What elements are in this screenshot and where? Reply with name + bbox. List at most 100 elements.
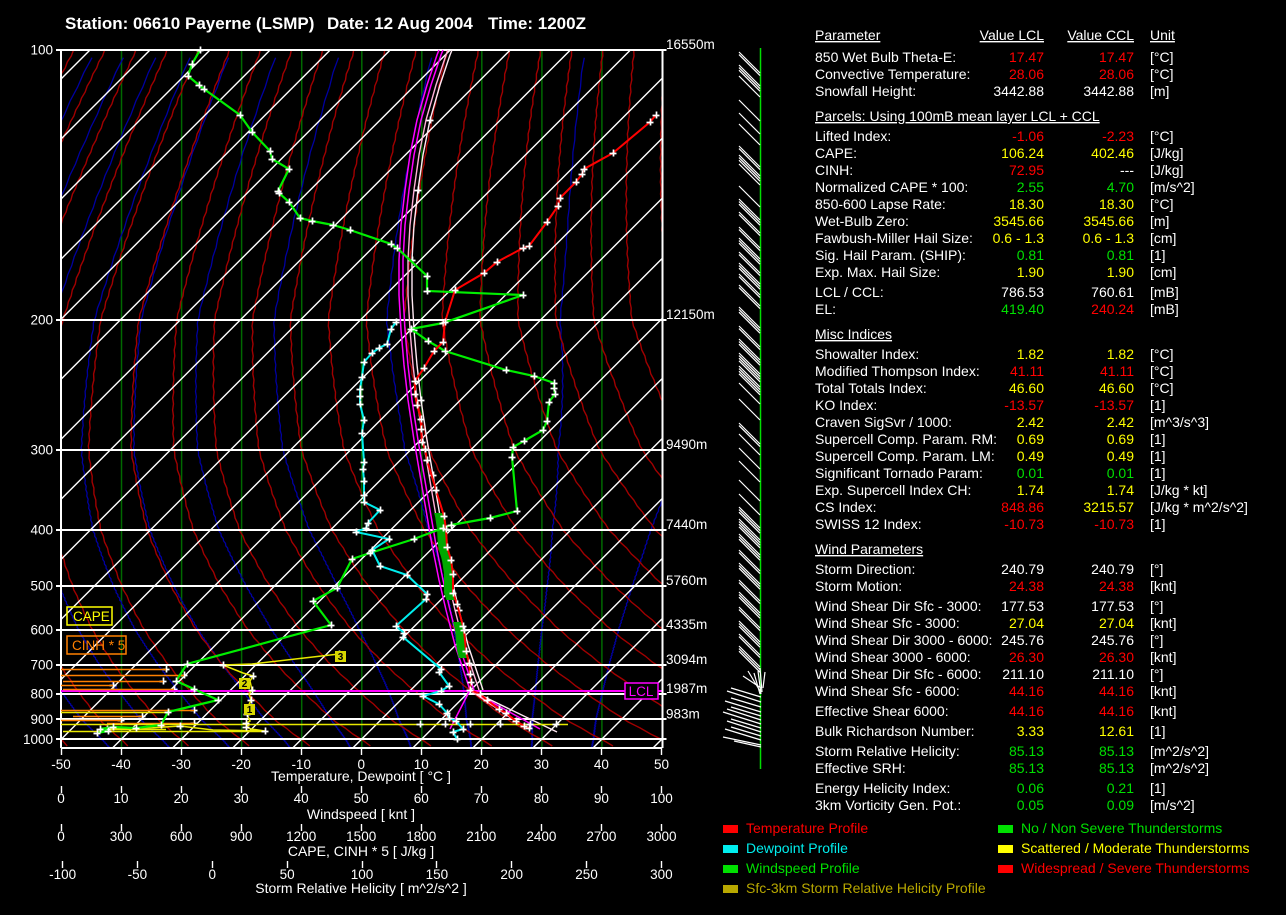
svg-text:[1]: [1] — [1150, 448, 1166, 464]
svg-text:Normalized CAPE * 100:: Normalized CAPE * 100: — [815, 179, 968, 195]
svg-text:85.13: 85.13 — [1009, 743, 1044, 759]
svg-text:[1]: [1] — [1150, 780, 1166, 796]
svg-text:2.55: 2.55 — [1017, 179, 1044, 195]
svg-text:44.16: 44.16 — [1009, 703, 1044, 719]
svg-text:26.30: 26.30 — [1099, 649, 1134, 665]
svg-text:[°]: [°] — [1150, 666, 1163, 682]
svg-text:Energy Helicity Index:: Energy Helicity Index: — [815, 780, 950, 796]
svg-text:18.30: 18.30 — [1009, 196, 1044, 212]
svg-text:786.53: 786.53 — [1001, 284, 1044, 300]
svg-text:Station: 06610 Payerne (LSMP): Station: 06610 Payerne (LSMP) — [65, 14, 314, 33]
svg-text:-40: -40 — [111, 757, 131, 772]
svg-text:[knt]: [knt] — [1150, 703, 1176, 719]
svg-text:60: 60 — [414, 791, 429, 806]
svg-text:Storm Motion:: Storm Motion: — [815, 578, 902, 594]
svg-text:Modified Thompson Index:: Modified Thompson Index: — [815, 363, 980, 379]
svg-text:Temperature, Dewpoint [ °C ]: Temperature, Dewpoint [ °C ] — [271, 768, 451, 784]
svg-text:-50: -50 — [128, 867, 148, 882]
svg-text:245.76: 245.76 — [1001, 632, 1044, 648]
svg-text:-20: -20 — [231, 757, 251, 772]
svg-text:848.86: 848.86 — [1001, 499, 1044, 515]
svg-text:3000: 3000 — [646, 829, 676, 844]
svg-text:27.04: 27.04 — [1099, 615, 1134, 631]
svg-text:1500: 1500 — [346, 829, 376, 844]
svg-text:[J/kg]: [J/kg] — [1150, 162, 1183, 178]
svg-text:4.70: 4.70 — [1107, 179, 1134, 195]
svg-text:Sfc-3km Storm Relative Helicit: Sfc-3km Storm Relative Helicity Profile — [746, 880, 986, 896]
svg-text:[°]: [°] — [1150, 632, 1163, 648]
svg-text:[1]: [1] — [1150, 397, 1166, 413]
svg-text:850 Wet Bulb Theta-E:: 850 Wet Bulb Theta-E: — [815, 49, 956, 65]
svg-text:50: 50 — [654, 757, 669, 772]
svg-text:-13.57: -13.57 — [1094, 397, 1134, 413]
svg-text:46.60: 46.60 — [1099, 380, 1134, 396]
svg-text:250: 250 — [575, 867, 598, 882]
svg-text:28.06: 28.06 — [1099, 66, 1134, 82]
svg-text:[J/kg * kt]: [J/kg * kt] — [1150, 482, 1208, 498]
svg-text:Total Totals Index:: Total Totals Index: — [815, 380, 927, 396]
svg-text:600: 600 — [170, 829, 193, 844]
svg-text:2400: 2400 — [526, 829, 556, 844]
svg-text:44.16: 44.16 — [1099, 683, 1134, 699]
svg-text:-2.23: -2.23 — [1102, 128, 1134, 144]
svg-text:85.13: 85.13 — [1099, 760, 1134, 776]
svg-text:100: 100 — [30, 43, 53, 58]
svg-text:3215.57: 3215.57 — [1083, 499, 1134, 515]
svg-text:200: 200 — [30, 313, 53, 328]
svg-text:40: 40 — [294, 791, 309, 806]
svg-text:Convective Temperature:: Convective Temperature: — [815, 66, 970, 82]
svg-text:Date: 12 Aug 2004: Date: 12 Aug 2004 — [327, 14, 473, 33]
svg-text:KO Index:: KO Index: — [815, 397, 877, 413]
svg-text:Dewpoint Profile: Dewpoint Profile — [746, 840, 848, 856]
svg-text:CINH * 5: CINH * 5 — [72, 638, 125, 653]
svg-text:20: 20 — [474, 757, 489, 772]
svg-text:600: 600 — [30, 623, 53, 638]
svg-text:SWISS 12 Index:: SWISS 12 Index: — [815, 516, 922, 532]
svg-text:Wind Shear Sfc - 3000:: Wind Shear Sfc - 3000: — [815, 615, 960, 631]
svg-text:85.13: 85.13 — [1099, 743, 1134, 759]
svg-text:3442.88: 3442.88 — [993, 83, 1044, 99]
svg-text:CAPE:: CAPE: — [815, 145, 857, 161]
svg-text:1.74: 1.74 — [1017, 482, 1044, 498]
svg-text:240.79: 240.79 — [1001, 561, 1044, 577]
svg-text:1.82: 1.82 — [1107, 346, 1134, 362]
svg-text:3545.66: 3545.66 — [1083, 213, 1134, 229]
svg-text:[m/s^2]: [m/s^2] — [1150, 179, 1195, 195]
svg-text:28.06: 28.06 — [1009, 66, 1044, 82]
svg-text:[m]: [m] — [1150, 213, 1169, 229]
svg-text:20: 20 — [174, 791, 189, 806]
svg-text:Misc Indices: Misc Indices — [815, 326, 892, 342]
svg-text:5760m: 5760m — [666, 573, 707, 588]
svg-text:Parcels: Using 100mB mean laye: Parcels: Using 100mB mean layer LCL + CC… — [815, 108, 1100, 124]
svg-text:0.81: 0.81 — [1017, 247, 1044, 263]
svg-text:[m^3/s^3]: [m^3/s^3] — [1150, 414, 1209, 430]
svg-text:[knt]: [knt] — [1150, 683, 1176, 699]
svg-text:240.24: 240.24 — [1091, 301, 1134, 317]
svg-text:[J/kg]: [J/kg] — [1150, 145, 1183, 161]
svg-text:-100: -100 — [49, 867, 76, 882]
svg-text:[m^2/s^2]: [m^2/s^2] — [1150, 760, 1209, 776]
svg-text:40: 40 — [594, 757, 609, 772]
svg-text:850-600 Lapse Rate:: 850-600 Lapse Rate: — [815, 196, 946, 212]
svg-text:[°]: [°] — [1150, 598, 1163, 614]
svg-text:Wind Shear Dir Sfc - 6000:: Wind Shear Dir Sfc - 6000: — [815, 666, 982, 682]
svg-text:0: 0 — [57, 791, 65, 806]
svg-text:2700: 2700 — [586, 829, 616, 844]
svg-text:Wind Shear Sfc - 6000:: Wind Shear Sfc - 6000: — [815, 683, 960, 699]
svg-text:Fawbush-Miller Hail Size:: Fawbush-Miller Hail Size: — [815, 230, 973, 246]
svg-text:17.47: 17.47 — [1009, 49, 1044, 65]
svg-text:17.47: 17.47 — [1099, 49, 1134, 65]
svg-text:LCL / CCL:: LCL / CCL: — [815, 284, 884, 300]
svg-text:1.90: 1.90 — [1107, 264, 1134, 280]
svg-text:[°C]: [°C] — [1150, 128, 1174, 144]
svg-text:2100: 2100 — [466, 829, 496, 844]
svg-text:24.38: 24.38 — [1009, 578, 1044, 594]
svg-text:1800: 1800 — [406, 829, 436, 844]
svg-text:44.16: 44.16 — [1009, 683, 1044, 699]
svg-text:41.11: 41.11 — [1100, 363, 1134, 379]
svg-text:200: 200 — [500, 867, 523, 882]
svg-text:500: 500 — [30, 579, 53, 594]
svg-text:[°C]: [°C] — [1150, 49, 1174, 65]
svg-text:106.24: 106.24 — [1001, 145, 1044, 161]
svg-text:90: 90 — [594, 791, 609, 806]
